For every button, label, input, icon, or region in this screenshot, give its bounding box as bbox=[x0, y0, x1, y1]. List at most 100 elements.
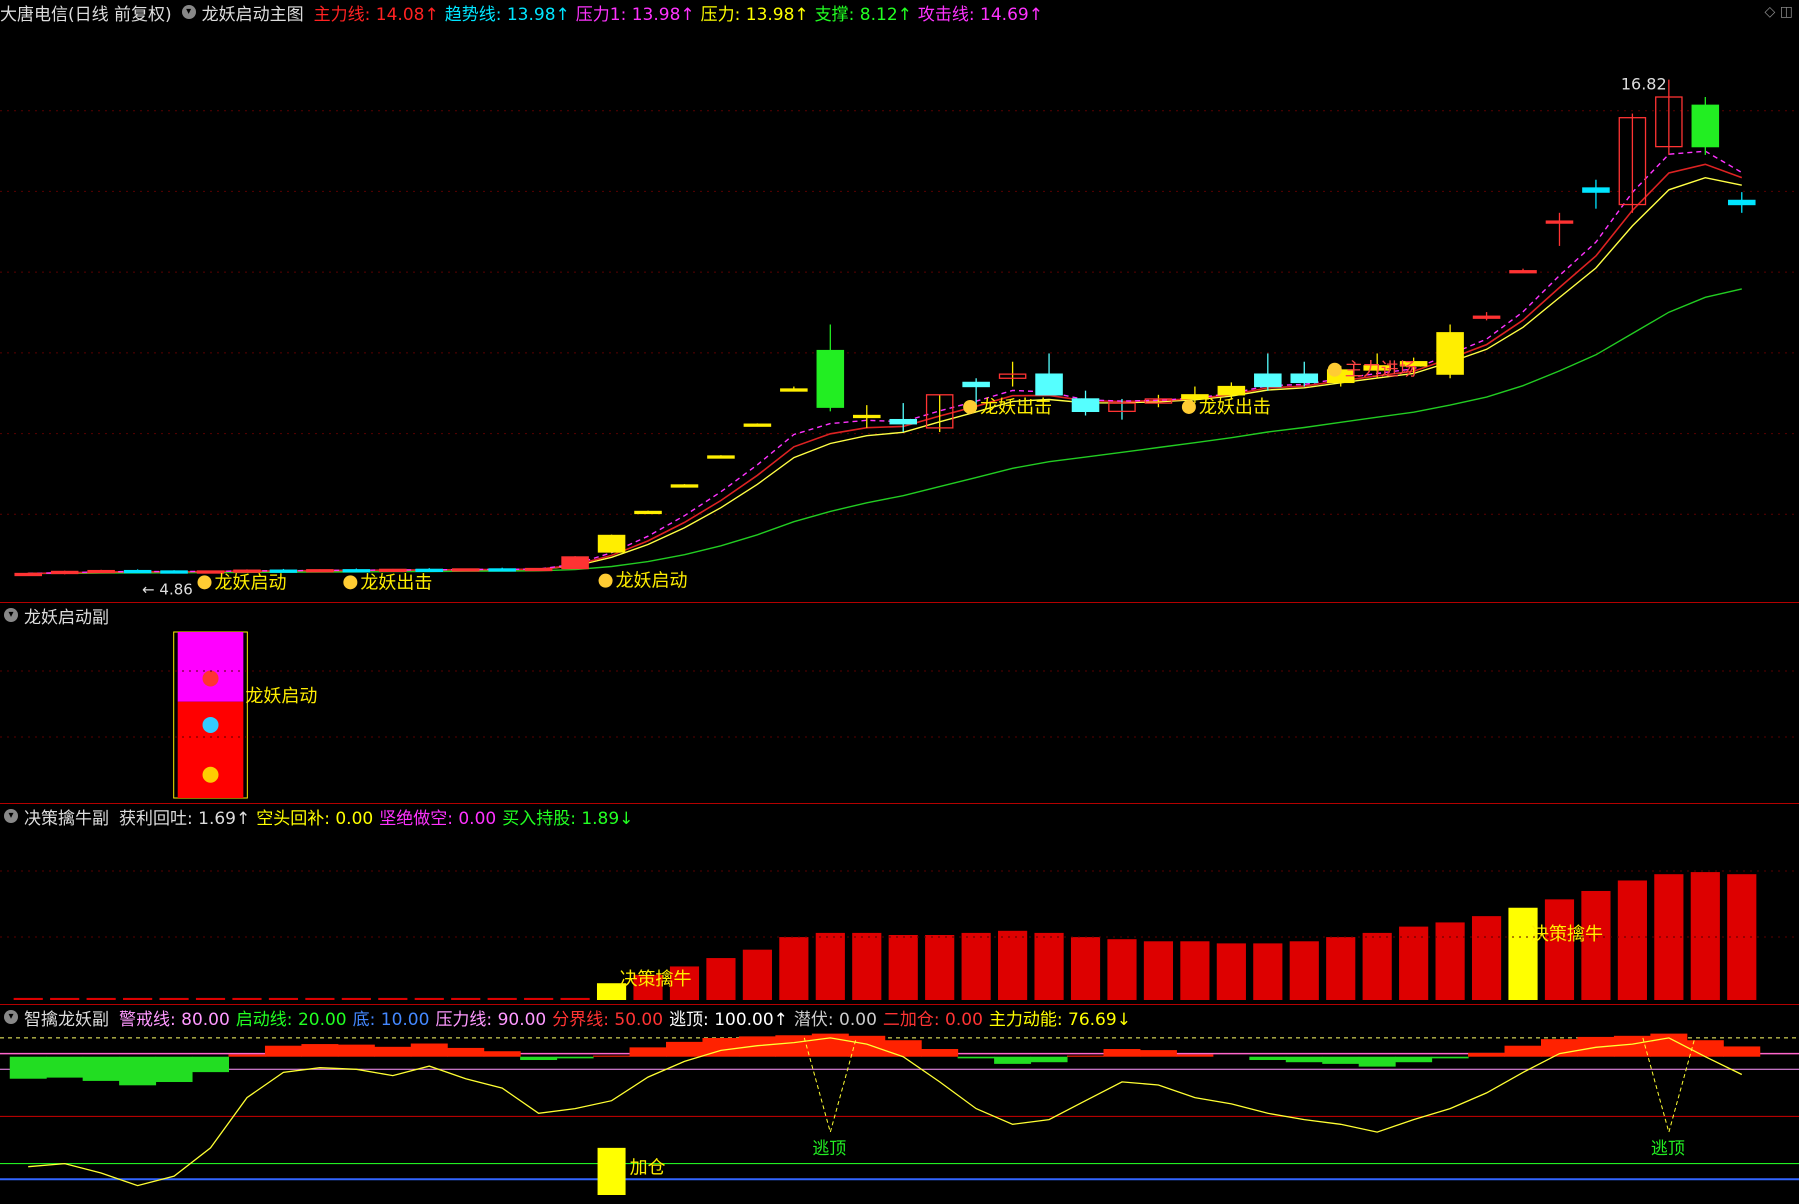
sub2-bar bbox=[487, 997, 517, 1000]
window-controls[interactable]: ◇ ◫ bbox=[1765, 4, 1793, 20]
sub2-bar bbox=[742, 949, 772, 1000]
butterfly-marker-icon bbox=[1327, 362, 1342, 377]
sub2-bar bbox=[50, 997, 80, 1000]
butterfly-icon bbox=[202, 766, 219, 783]
momentum-area bbox=[629, 1047, 667, 1057]
candle-body bbox=[889, 418, 918, 425]
maximize-icon: ◫ bbox=[1779, 4, 1793, 20]
sub2-indicator-1: 空头回补: 0.00 bbox=[256, 808, 374, 829]
sub2-title[interactable]: 决策擒牛副 bbox=[24, 804, 109, 829]
signal-tag: 龙妖出击 bbox=[980, 397, 1052, 418]
sub2-bar bbox=[341, 997, 371, 1000]
sub2-bar bbox=[779, 937, 809, 1000]
momentum-area bbox=[410, 1043, 448, 1057]
butterfly-marker-icon bbox=[963, 399, 978, 414]
sub3-toggle-icon[interactable]: ▾ bbox=[4, 1010, 18, 1024]
sub2-bar bbox=[888, 935, 918, 1000]
momentum-area bbox=[1030, 1056, 1068, 1063]
main-header: 大唐电信(日线 前复权) ▾ 龙妖启动主图 主力线: 14.08↑ 趋势线: 13… bbox=[0, 0, 1055, 25]
sub3-indicator-1: 启动线: 20.00 bbox=[235, 1009, 347, 1030]
momentum-area bbox=[1176, 1054, 1214, 1057]
sub3-indicator-3: 压力线: 90.00 bbox=[435, 1009, 547, 1030]
momentum-area bbox=[192, 1056, 229, 1073]
momentum-area bbox=[957, 1056, 995, 1059]
sub2-bar bbox=[1617, 880, 1647, 1000]
momentum-area bbox=[483, 1051, 521, 1057]
candle-body bbox=[123, 569, 152, 574]
momentum-area bbox=[46, 1056, 84, 1078]
signal-tag: 龙妖启动 bbox=[215, 572, 287, 593]
main-indicator-2: 压力1: 13.98↑ bbox=[575, 4, 695, 25]
attack-line bbox=[28, 150, 1743, 575]
momentum-area bbox=[155, 1056, 193, 1083]
sub2-bar bbox=[1581, 890, 1611, 1000]
main-indicator-3: 压力: 13.98↑ bbox=[700, 4, 809, 25]
sub2-indicator-2: 坚绝做空: 0.00 bbox=[379, 808, 497, 829]
candle-body bbox=[561, 556, 589, 570]
momentum-area bbox=[301, 1044, 339, 1057]
momentum-area bbox=[666, 1041, 703, 1057]
signal-tag: 龙妖启动 bbox=[616, 571, 688, 592]
indicator-toggle-icon[interactable]: ▾ bbox=[181, 5, 196, 19]
indicator-name[interactable]: 龙妖启动主图 bbox=[202, 0, 304, 25]
momentum-area bbox=[9, 1056, 47, 1079]
candle-body bbox=[670, 484, 699, 488]
momentum-area bbox=[556, 1056, 594, 1059]
sub1-toggle-icon[interactable]: ▾ bbox=[4, 608, 18, 622]
sub2-bar bbox=[305, 997, 335, 1000]
escape-top-tag: 逃顶 bbox=[812, 1139, 846, 1159]
candle-body bbox=[634, 510, 662, 515]
candle-body bbox=[415, 568, 444, 573]
sub2-bar bbox=[1143, 941, 1174, 1000]
sub2-bar bbox=[86, 997, 116, 1000]
sub2-bar bbox=[1070, 937, 1101, 1000]
candle-body bbox=[852, 414, 881, 419]
sub2-indicator-values: 获利回吐: 1.69↑ 空头回补: 0.00 坚绝做空: 0.00 买入持股: 1.8… bbox=[119, 804, 639, 829]
candle-body bbox=[780, 388, 808, 392]
launch-bar-top bbox=[177, 632, 244, 702]
add-position-bar bbox=[597, 1147, 626, 1195]
add-position-tag: 加仓 bbox=[630, 1157, 666, 1178]
panel-divider[interactable] bbox=[0, 602, 1799, 603]
momentum-area bbox=[82, 1056, 120, 1081]
momentum-area bbox=[884, 1040, 922, 1057]
momentum-area bbox=[994, 1056, 1032, 1064]
sub2-bar bbox=[925, 935, 955, 1000]
sub3-indicator-values: 警戒线: 80.00 启动线: 20.00 底: 10.00 压力线: 90.00 分界… bbox=[119, 1005, 1137, 1030]
main-indicator-4: 支撑: 8.12↑ bbox=[814, 4, 912, 25]
sub2-bar bbox=[414, 997, 444, 1000]
low-price-label: ← 4.86 bbox=[142, 580, 193, 598]
sub2-bar bbox=[1690, 872, 1720, 1000]
candle-body bbox=[1071, 398, 1100, 413]
butterfly-marker-icon bbox=[343, 575, 358, 590]
sub3-title[interactable]: 智擒龙妖副 bbox=[24, 1005, 109, 1030]
sub2-indicator-3: 买入持股: 1.89↓ bbox=[502, 808, 634, 829]
sub2-bar bbox=[268, 997, 299, 1000]
sub2-bar bbox=[1362, 932, 1392, 1000]
momentum-area bbox=[738, 1036, 776, 1057]
main-indicator-0: 主力线: 14.08↑ bbox=[313, 4, 439, 25]
momentum-area bbox=[264, 1045, 302, 1057]
sub2-bar bbox=[1180, 941, 1210, 1000]
candle-body bbox=[962, 381, 990, 388]
sub2-bar bbox=[1326, 937, 1356, 1000]
main-indicator-1: 趋势线: 13.98↑ bbox=[444, 4, 570, 25]
sub1-tag: 龙妖启动 bbox=[245, 686, 317, 707]
candle-body bbox=[1254, 373, 1282, 388]
momentum-area bbox=[447, 1047, 485, 1057]
momentum-area bbox=[1139, 1050, 1177, 1057]
butterfly-icon bbox=[202, 716, 219, 733]
candle-body bbox=[14, 572, 43, 577]
sub2-bar bbox=[1544, 899, 1575, 1000]
candle-body bbox=[1436, 332, 1464, 375]
sub2-toggle-icon[interactable]: ▾ bbox=[4, 809, 18, 823]
momentum-area bbox=[119, 1056, 157, 1086]
sub1-title[interactable]: 龙妖启动副 bbox=[24, 603, 109, 628]
sub3-indicator-0: 警戒线: 80.00 bbox=[119, 1009, 230, 1030]
candle-body bbox=[816, 349, 845, 408]
sub2-bar bbox=[524, 997, 554, 1000]
momentum-area bbox=[337, 1044, 375, 1057]
high-price-label: 16.82 bbox=[1621, 75, 1667, 94]
sub2-bar bbox=[706, 958, 736, 1000]
candle-body bbox=[1035, 373, 1063, 396]
